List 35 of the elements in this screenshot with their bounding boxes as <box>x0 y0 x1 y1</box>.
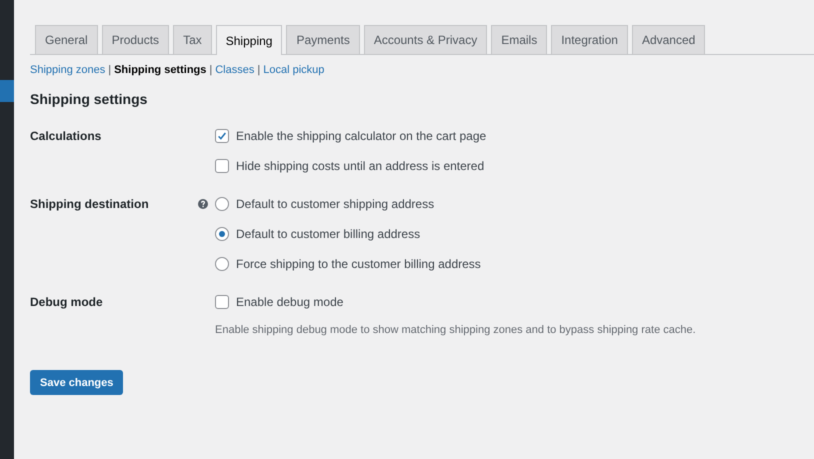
checkbox[interactable] <box>215 159 229 173</box>
option-label: Enable the shipping calculator on the cart page <box>236 129 486 143</box>
tab[interactable]: General <box>35 25 98 54</box>
subnav-link[interactable]: Classes <box>215 64 254 76</box>
subnav-link[interactable]: Shipping zones <box>30 64 106 76</box>
setting-label: Shipping destination <box>30 196 150 213</box>
tab[interactable]: Integration <box>551 25 628 54</box>
radio-button[interactable] <box>215 257 229 271</box>
radio-button[interactable] <box>215 197 229 211</box>
setting-label: Debug mode <box>30 294 104 311</box>
tab[interactable]: Advanced <box>632 25 706 54</box>
option-label: Enable debug mode <box>236 295 344 309</box>
checkbox[interactable] <box>215 129 229 143</box>
separator: | <box>209 64 212 76</box>
option-label: Force shipping to the customer billing address <box>236 257 481 271</box>
checkbox[interactable] <box>215 295 229 309</box>
subnav-link[interactable]: Local pickup <box>263 64 324 76</box>
setting-label: Calculations <box>30 128 102 145</box>
tab[interactable]: Shipping <box>216 25 282 55</box>
separator: | <box>257 64 260 76</box>
tab[interactable]: Products <box>102 25 170 54</box>
setting-description: Enable shipping debug mode to show matching shipping zones and to bypass shipping rate cache. <box>215 324 696 336</box>
save-button[interactable]: Save changes <box>30 370 124 395</box>
help-icon[interactable] <box>198 199 208 209</box>
section-heading: Shipping settings <box>30 91 148 107</box>
separator: | <box>108 64 112 76</box>
tab[interactable]: Tax <box>173 25 212 54</box>
tab[interactable]: Payments <box>286 25 360 54</box>
tab[interactable]: Emails <box>491 25 548 54</box>
tab[interactable]: Accounts & Privacy <box>364 25 488 54</box>
option-label: Default to customer shipping address <box>236 197 434 211</box>
radio-button[interactable] <box>215 227 229 241</box>
option-label: Hide shipping costs until an address is entered <box>236 159 484 173</box>
subnav-link[interactable]: Shipping settings <box>114 64 206 76</box>
option-label: Default to customer billing address <box>236 227 420 241</box>
